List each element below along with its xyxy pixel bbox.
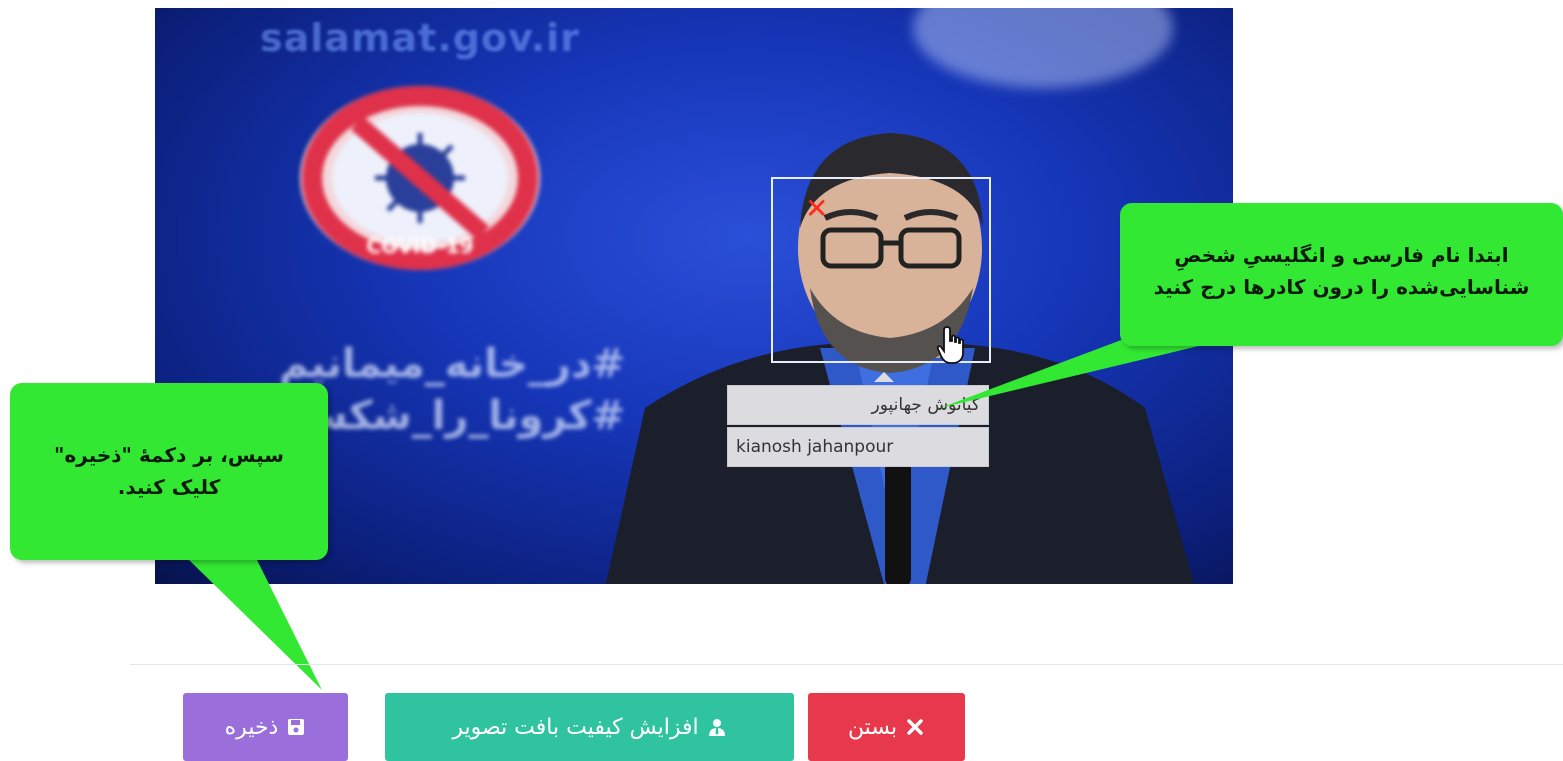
enhance-texture-button[interactable]: افزایش کیفیت بافت تصویر bbox=[385, 693, 794, 761]
remove-face-icon[interactable]: ✕ bbox=[805, 195, 828, 223]
instruction-callout-names: ابتدا نام فارسی و انگلیسیِ شخصِ شناسایی‌… bbox=[1120, 203, 1563, 346]
callout-names-line-1: ابتدا نام فارسی و انگلیسیِ شخصِ bbox=[1174, 243, 1509, 267]
face-tagging-dialog: salamat.gov.ir COVID-19 #در_خانه_میمانیم… bbox=[0, 0, 1563, 761]
callout-save-line-1: سپس، بر دکمهٔ "ذخیره" bbox=[54, 443, 284, 467]
photo-hashtag-line-1: #در_خانه_میمانیم bbox=[279, 341, 625, 387]
save-button-label: ذخیره bbox=[224, 714, 279, 740]
hand-pointer-icon bbox=[936, 326, 964, 364]
enhance-button-label: افزایش کیفیت بافت تصویر bbox=[452, 714, 699, 740]
close-icon bbox=[905, 717, 925, 737]
english-name-field[interactable] bbox=[727, 427, 989, 467]
floppy-disk-icon bbox=[286, 717, 306, 737]
save-button[interactable]: ذخیره bbox=[183, 693, 348, 761]
covid-prohibition-sign: COVID-19 bbox=[300, 86, 540, 270]
covid-sign-text: COVID-19 bbox=[366, 234, 473, 258]
logo-watermark bbox=[913, 8, 1173, 88]
callout-save-line-2: کلیک کنید. bbox=[117, 475, 221, 499]
footer-divider bbox=[130, 664, 1563, 665]
name-popup-pointer bbox=[874, 372, 894, 382]
callout-names-line-2: شناسایی‌شده را درون کادرها درج کنید bbox=[1153, 275, 1530, 299]
user-tie-icon bbox=[707, 717, 727, 737]
close-button-label: بستن bbox=[847, 714, 898, 740]
persian-name-field[interactable] bbox=[727, 385, 989, 425]
photo-watermark: salamat.gov.ir bbox=[260, 16, 580, 60]
close-button[interactable]: بستن bbox=[808, 693, 965, 761]
instruction-callout-save: سپس، بر دکمهٔ "ذخیره" کلیک کنید. bbox=[10, 383, 328, 560]
